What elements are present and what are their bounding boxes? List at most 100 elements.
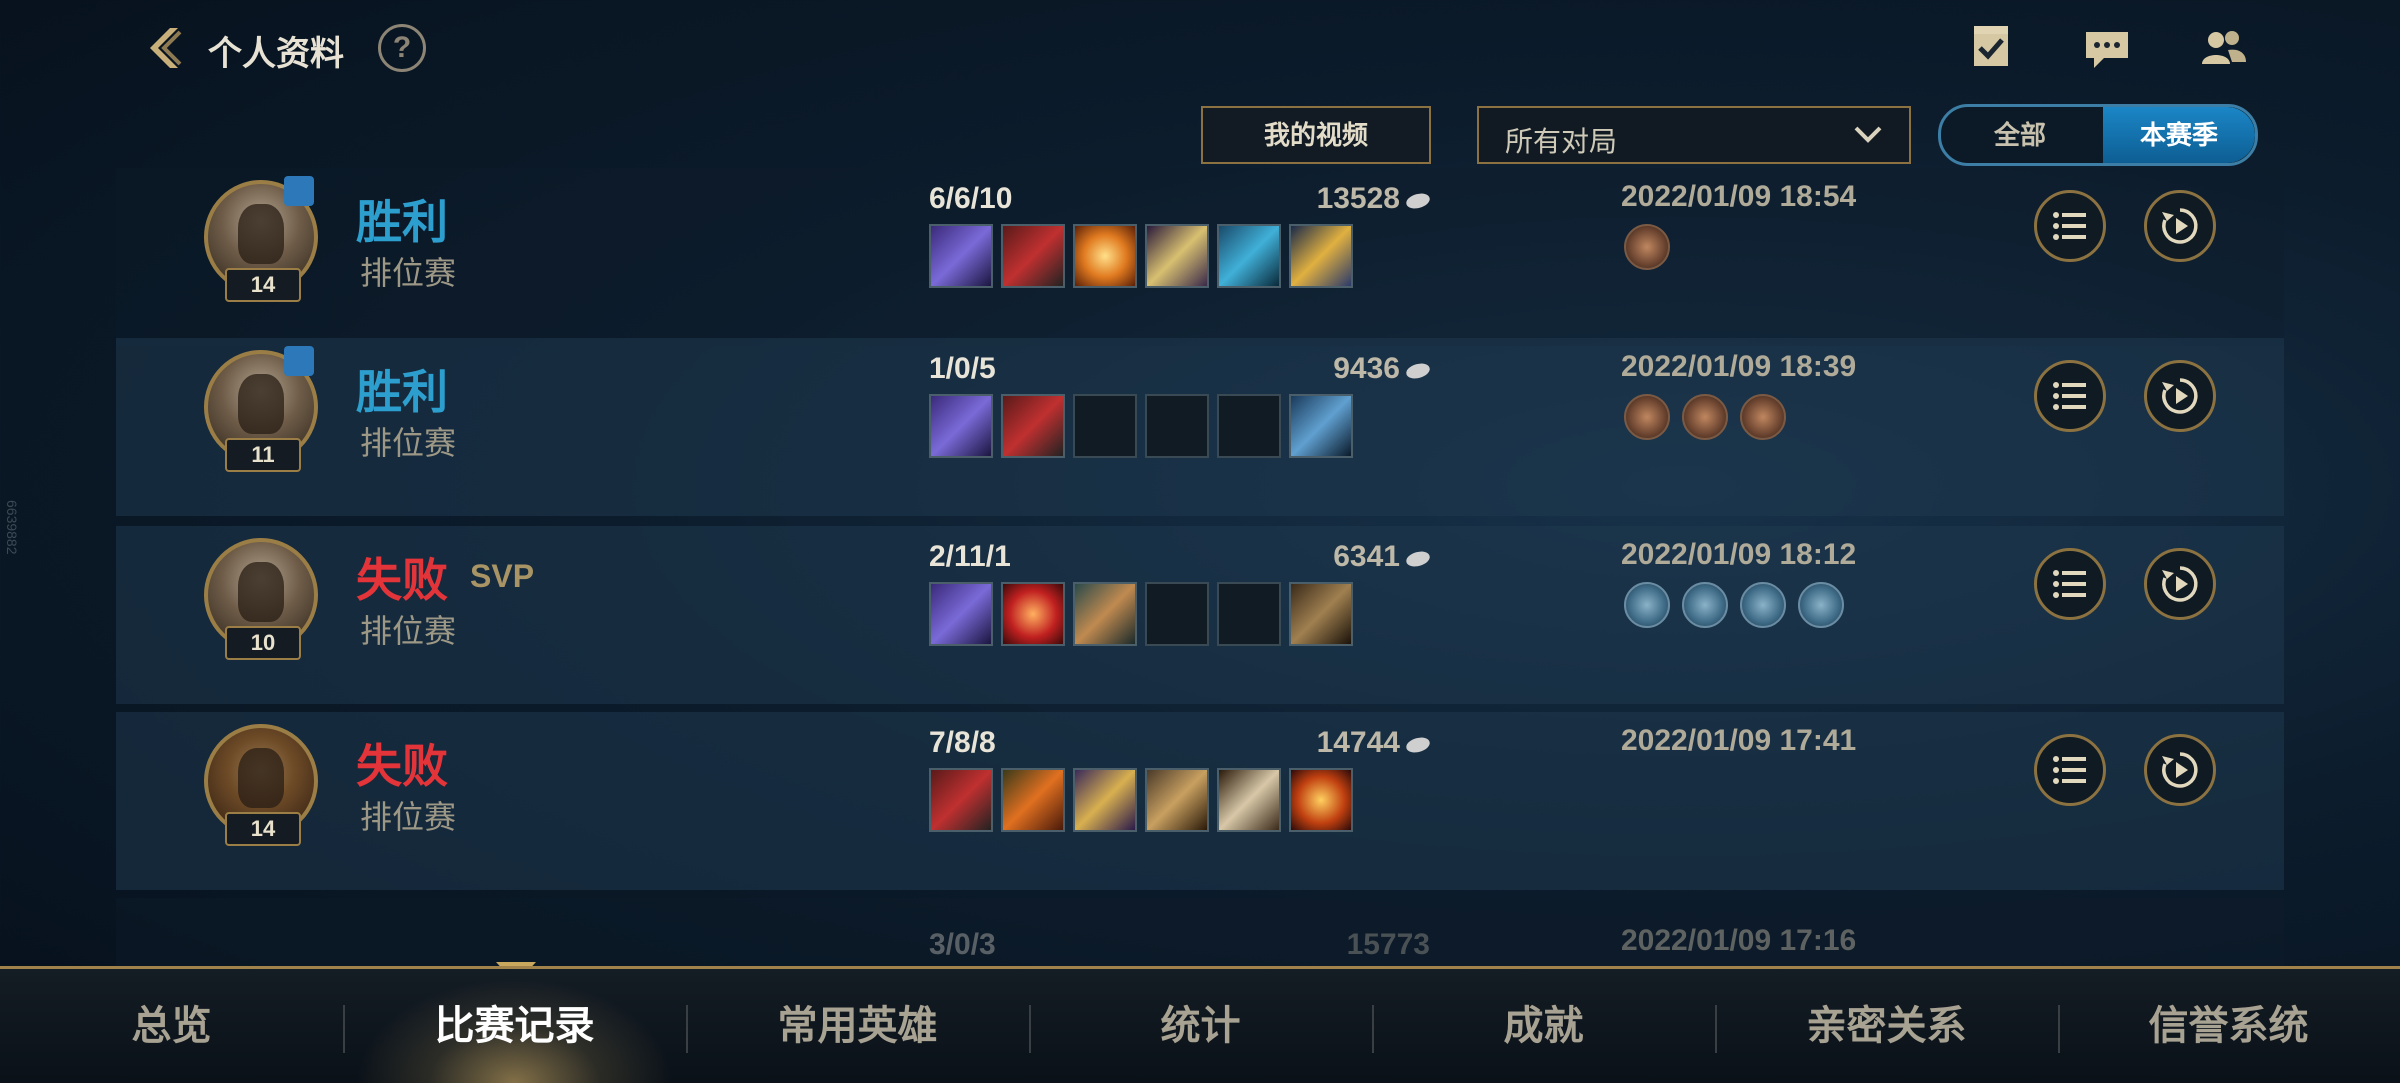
score: 14744 [1220,726,1432,760]
replay-button[interactable] [2144,190,2216,262]
replay-icon [2162,378,2198,414]
match-details-button[interactable] [2034,190,2106,262]
partial-score: 15773 [1346,928,1430,961]
score: 6341 [1220,540,1432,574]
achievement-badge-icon[interactable] [1624,224,1670,270]
kda: 6/6/10 [929,182,1013,215]
table-row-partial[interactable]: 3/0/3 15773 2022/01/09 17:16 [116,898,2284,966]
belt-item-icon[interactable] [1217,768,1281,832]
tab-achievements[interactable]: 成就 [1372,969,1715,1083]
boots-item-icon[interactable] [1289,582,1353,646]
achievement-badge-icon[interactable] [1624,394,1670,440]
chevron-down-icon [1854,126,1882,143]
list-icon [2053,570,2086,598]
tab-champions[interactable]: 常用英雄 [686,969,1029,1083]
kda: 1/0/5 [929,352,996,385]
star-item-icon[interactable] [1145,224,1209,288]
replay-button[interactable] [2144,360,2216,432]
achievement-badge-icon[interactable] [1624,582,1670,628]
table-row[interactable]: 10 失败 SVP 排位赛 2/11/1 6341 2022/01/09 18:12 [116,526,2284,704]
list-icon [2053,382,2086,410]
flask-item-icon[interactable] [1289,224,1353,288]
tab-match-history[interactable]: 比赛记录 [343,969,686,1083]
page-title: 个人资料 [208,35,344,73]
achievement-badge-icon[interactable] [1682,394,1728,440]
score-value: 6341 [1333,540,1400,573]
achievement-badge-icon[interactable] [1798,582,1844,628]
task-icon[interactable] [1968,24,2018,72]
match-details-button[interactable] [2034,548,2106,620]
sword-item-icon[interactable] [929,224,993,288]
match-date: 2022/01/09 18:12 [1621,538,1857,571]
chat-icon[interactable] [2082,24,2132,72]
tab-relationships[interactable]: 亲密关系 [1715,969,2058,1083]
party-icon [284,176,314,206]
axe-item-icon[interactable] [1001,394,1065,458]
table-row[interactable]: 14 失败 排位赛 7/8/8 14744 2022/01/09 17:41 [116,712,2284,890]
empty-item-slot[interactable] [1145,394,1209,458]
partial-kda: 3/0/3 [929,928,996,961]
gauntlet-item-icon[interactable] [1145,768,1209,832]
party-icon [284,346,314,376]
replay-icon [2162,752,2198,788]
table-row[interactable]: 14 胜利 排位赛 6/6/10 13528 2022/01/09 18:54 [116,168,2284,346]
axe-item-icon[interactable] [1001,224,1065,288]
empty-item-slot[interactable] [1073,394,1137,458]
season-toggle[interactable]: 全部 本赛季 [1938,104,2258,166]
coin-icon [1404,549,1432,569]
sword-item-icon[interactable] [929,582,993,646]
kda: 7/8/8 [929,726,996,759]
svp-badge: SVP [470,558,535,594]
emblem-item-icon[interactable] [1289,768,1353,832]
achievement-badge-icon[interactable] [1740,582,1786,628]
match-result: 失败 [356,740,448,792]
match-details-button[interactable] [2034,734,2106,806]
hammer-item-icon[interactable] [1073,582,1137,646]
achievement-badge-icon[interactable] [1740,394,1786,440]
back-icon[interactable] [140,22,192,74]
match-mode: 排位赛 [360,425,457,461]
sword-item-icon[interactable] [929,394,993,458]
replay-button[interactable] [2144,734,2216,806]
my-videos-button[interactable]: 我的视频 [1201,106,1431,164]
match-details-button[interactable] [2034,360,2106,432]
coin-icon [1404,191,1432,211]
score: 9436 [1220,352,1432,386]
empty-item-slot[interactable] [1145,582,1209,646]
shield-item-icon[interactable] [1073,768,1137,832]
sun-item-icon[interactable] [1073,224,1137,288]
tab-overview[interactable]: 总览 [0,969,343,1083]
side-id-text: 6639882 [4,500,20,555]
match-date: 2022/01/09 18:39 [1621,350,1857,383]
match-type-value: 所有对局 [1505,126,1618,157]
tab-reputation[interactable]: 信誉系统 [2057,969,2400,1083]
toggle-all[interactable]: 全部 [1941,107,2099,163]
toggle-season[interactable]: 本赛季 [2103,107,2255,163]
kda: 2/11/1 [929,540,1011,573]
blade-item-icon[interactable] [1001,768,1065,832]
replay-button[interactable] [2144,548,2216,620]
match-date: 2022/01/09 18:54 [1621,180,1857,213]
champion-level: 14 [225,812,301,846]
replay-icon [2162,566,2198,602]
armor-item-icon[interactable] [1217,224,1281,288]
tab-stats[interactable]: 统计 [1029,969,1372,1083]
table-row[interactable]: 11 胜利 排位赛 1/0/5 9436 2022/01/09 18:39 [116,338,2284,516]
axe-item-icon[interactable] [929,768,993,832]
friends-icon[interactable] [2198,24,2248,72]
achievement-badge-icon[interactable] [1682,582,1728,628]
help-icon[interactable]: ? [378,24,426,72]
partial-date: 2022/01/09 17:16 [1621,924,1857,957]
match-mode: 排位赛 [360,613,457,649]
score-value: 14744 [1316,726,1400,759]
boots-blue-item-icon[interactable] [1289,394,1353,458]
list-icon [2053,756,2086,784]
bottom-tab-bar: 总览 比赛记录 常用英雄 统计 成就 亲密关系 信誉系统 [0,966,2400,1083]
match-type-select[interactable]: 所有对局 [1477,106,1911,164]
empty-item-slot[interactable] [1217,582,1281,646]
match-date: 2022/01/09 17:41 [1621,724,1857,757]
empty-item-slot[interactable] [1217,394,1281,458]
orb-item-icon[interactable] [1001,582,1065,646]
match-result: 失败 [356,554,448,606]
match-mode: 排位赛 [360,255,457,291]
